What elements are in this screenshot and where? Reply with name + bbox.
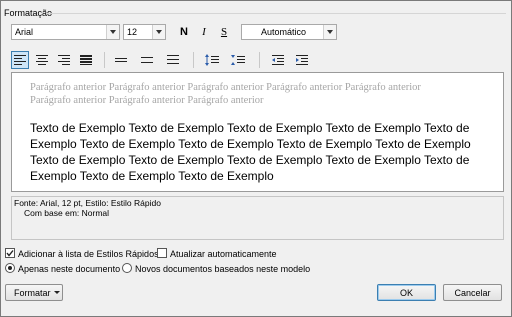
previous-paragraph-text: Parágrafo anterior Parágrafo anterior Pa… (30, 82, 421, 106)
align-right-button[interactable] (55, 51, 73, 69)
align-center-button[interactable] (33, 51, 51, 69)
section-divider (46, 13, 506, 14)
description-line-based-on: Com base em: Normal (24, 208, 110, 218)
justify-icon (80, 55, 92, 65)
ok-button[interactable]: OK (377, 284, 436, 301)
chevron-down-icon[interactable] (152, 25, 165, 39)
ok-button-label: OK (399, 287, 413, 298)
font-name-value: Arial (15, 27, 34, 37)
decrease-indent-button[interactable] (269, 51, 287, 69)
increase-indent-button[interactable] (293, 51, 311, 69)
align-center-icon (36, 55, 48, 65)
chevron-down-icon[interactable] (106, 25, 119, 39)
double-spacing-icon (167, 55, 179, 64)
bold-button[interactable]: N (176, 24, 192, 40)
font-size-value: 12 (127, 27, 138, 37)
increase-spacing-before-icon (205, 54, 219, 66)
decrease-spacing-before-button[interactable] (229, 51, 247, 69)
auto-update-label[interactable]: Atualizar automaticamente (170, 249, 277, 259)
cancel-button[interactable]: Cancelar (443, 284, 502, 301)
single-spacing-icon (115, 58, 127, 62)
format-button-label: Formatar (14, 287, 51, 298)
toolbar-separator (259, 52, 260, 68)
italic-button[interactable]: I (196, 24, 212, 40)
new-documents-label[interactable]: Novos documentos baseados neste modelo (135, 264, 310, 274)
toolbar-separator (193, 52, 194, 68)
increase-spacing-before-button[interactable] (203, 51, 221, 69)
decrease-spacing-before-icon (231, 55, 245, 65)
increase-indent-icon (296, 55, 308, 65)
only-this-document-label[interactable]: Apenas neste documento (18, 264, 120, 274)
chevron-down-icon (53, 291, 60, 294)
add-to-quick-styles-label[interactable]: Adicionar à lista de Estilos Rápidos (18, 249, 159, 259)
sample-text: Texto de Exemplo Texto de Exemplo Texto … (30, 121, 471, 183)
font-size-select[interactable]: 12 (123, 24, 166, 40)
add-to-quick-styles-checkbox[interactable] (5, 248, 15, 258)
radio-selected-dot (8, 266, 12, 270)
format-menu-button[interactable]: Formatar (5, 284, 63, 301)
style-preview: Parágrafo anterior Parágrafo anterior Pa… (11, 72, 504, 192)
chevron-down-icon[interactable] (323, 25, 336, 39)
new-documents-radio[interactable] (122, 263, 132, 273)
one-half-spacing-button[interactable] (138, 51, 156, 69)
only-this-document-radio[interactable] (5, 263, 15, 273)
decrease-indent-icon (272, 55, 284, 65)
font-name-select[interactable]: Arial (11, 24, 120, 40)
align-left-button[interactable] (11, 51, 29, 69)
cancel-button-label: Cancelar (454, 287, 491, 298)
align-right-icon (58, 55, 70, 65)
auto-update-checkbox[interactable] (157, 248, 167, 258)
underline-button[interactable]: S (216, 24, 232, 40)
justify-button[interactable] (77, 51, 95, 69)
single-spacing-button[interactable] (112, 51, 130, 69)
toolbar-separator (104, 52, 105, 68)
double-spacing-button[interactable] (164, 51, 182, 69)
one-half-spacing-icon (141, 57, 153, 63)
font-color-select[interactable]: Automático (241, 24, 337, 40)
style-description: Fonte: Arial, 12 pt, Estilo: Estilo Rápi… (11, 196, 504, 240)
section-label: Formatação (4, 8, 53, 18)
checkmark-icon (6, 250, 14, 257)
align-left-icon (14, 55, 26, 65)
description-line-font: Fonte: Arial, 12 pt, Estilo: Estilo Rápi… (14, 198, 161, 208)
